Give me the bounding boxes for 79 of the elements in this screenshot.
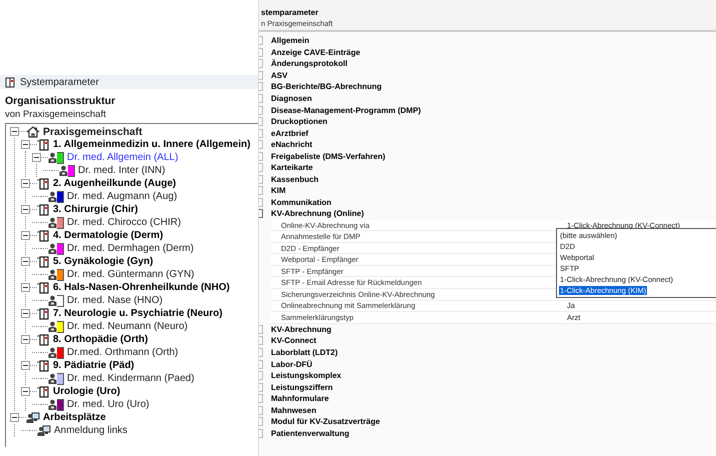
- tree-item[interactable]: Arbeitsplätze: [43, 412, 106, 423]
- tree-item[interactable]: 7. Neurologie u. Psychiatrie (Neuro): [53, 308, 222, 319]
- group-heading[interactable]: Allgemein: [271, 36, 310, 46]
- tree-item[interactable]: Dr.med. Orthmann (Orth): [67, 347, 178, 358]
- group-heading[interactable]: Labor-DFÜ: [271, 360, 312, 369]
- tree-item[interactable]: Dr. med. Inter (INN): [78, 165, 166, 176]
- tree-item[interactable]: Dr. med. Allgemein (ALL): [67, 152, 178, 163]
- group-heading[interactable]: Laborblatt (LDT2): [271, 348, 338, 358]
- group-heading[interactable]: ASV: [271, 70, 288, 80]
- tree-item[interactable]: Dr. med. Chirocco (CHIR): [67, 217, 181, 228]
- person-icon: [48, 152, 57, 163]
- group-heading[interactable]: Disease-Management-Programm (DMP): [271, 106, 421, 115]
- panel-header: Systemparameter: [20, 76, 99, 88]
- tree-item[interactable]: 2. Augenheilkunde (Auge): [53, 178, 176, 189]
- group-heading[interactable]: Mahnwesen: [271, 406, 316, 415]
- house-icon: [26, 126, 40, 138]
- cabinet-icon: [37, 204, 50, 216]
- group-heading[interactable]: Mahnformulare: [271, 394, 329, 404]
- tree-item[interactable]: Dr. med. Güntermann (GYN): [67, 269, 194, 280]
- cabinet-icon: [37, 256, 50, 268]
- cabinet-icon: [37, 138, 50, 150]
- cabinet-icon: [37, 230, 50, 242]
- person-icon: [48, 399, 57, 410]
- group-heading[interactable]: KV-Connect: [271, 336, 316, 346]
- tree-item[interactable]: Dr. med. Kindermann (Paed): [67, 373, 194, 384]
- section-subtitle: von Praxisgemeinschaft: [5, 109, 107, 120]
- group-heading[interactable]: Modul für KV-Zusatzverträge: [271, 417, 380, 426]
- person-icon: [48, 295, 57, 306]
- group-heading[interactable]: KIM: [271, 186, 286, 196]
- cabinet-icon: [37, 386, 50, 398]
- tree-item[interactable]: 5. Gynäkologie (Gyn): [53, 256, 154, 267]
- group-heading[interactable]: Diagnosen: [271, 94, 312, 103]
- panel-title: stemparameter: [261, 8, 320, 17]
- group-heading[interactable]: Freigabeliste (DMS-Verfahren): [271, 152, 386, 161]
- group-heading[interactable]: BG-Berichte/BG-Abrechnung: [271, 82, 382, 92]
- cabinet-icon: [37, 360, 50, 372]
- group-heading[interactable]: Druckoptionen: [271, 117, 328, 126]
- group-heading[interactable]: Änderungsprotokoll: [271, 59, 348, 68]
- person-icon: [48, 191, 57, 202]
- group-heading[interactable]: KV-Abrechnung (Online): [271, 209, 364, 218]
- tree-item[interactable]: Urologie (Uro): [53, 386, 120, 397]
- tree-item[interactable]: Dr. med. Uro (Uro): [67, 399, 150, 410]
- cabinet-icon: [37, 334, 50, 346]
- group-heading[interactable]: Leistungskomplex: [271, 371, 342, 380]
- workstation-icon: [37, 424, 51, 436]
- tree-item[interactable]: 9. Pädiatrie (Päd): [53, 360, 134, 371]
- cabinet-icon: [4, 76, 16, 88]
- section-title: Organisationsstruktur: [5, 95, 116, 107]
- group-heading[interactable]: eNachricht: [271, 140, 312, 150]
- person-icon: [48, 321, 57, 332]
- tree-item[interactable]: 6. Hals-Nasen-Ohrenheilkunde (NHO): [53, 282, 230, 293]
- group-heading[interactable]: Karteikarte: [271, 163, 313, 172]
- cabinet-icon: [37, 308, 50, 320]
- group-heading[interactable]: KV-Abrechnung: [271, 324, 332, 334]
- person-icon: [48, 243, 57, 254]
- cabinet-icon: [37, 282, 50, 294]
- group-heading[interactable]: Kommunikation: [271, 198, 332, 207]
- tree-item[interactable]: Praxisgemeinschaft: [43, 126, 142, 138]
- tree-item[interactable]: Dr. med. Neumann (Neuro): [67, 321, 188, 332]
- group-heading[interactable]: eArztbrief: [271, 128, 308, 138]
- person-icon: [48, 373, 57, 384]
- tree-item[interactable]: Dr. med. Dermhagen (Derm): [67, 243, 194, 254]
- tree-item[interactable]: Anmeldung links: [54, 425, 128, 436]
- cabinet-icon: [37, 178, 50, 190]
- tree-item[interactable]: Dr. med. Nase (HNO): [67, 295, 163, 306]
- workstation-icon: [26, 412, 40, 424]
- person-icon: [48, 217, 57, 228]
- group-heading[interactable]: Leistungsziffern: [271, 382, 333, 392]
- group-heading[interactable]: Patientenverwaltung: [271, 428, 350, 438]
- tree-item[interactable]: Dr. med. Augmann (Aug): [67, 191, 178, 202]
- tree-item[interactable]: 3. Chirurgie (Chir): [53, 204, 138, 215]
- tree-item[interactable]: 8. Orthopädie (Orth): [53, 334, 148, 345]
- person-icon: [48, 347, 57, 358]
- person-icon: [48, 269, 57, 280]
- group-heading[interactable]: Anzeige CAVE-Einträge: [271, 48, 360, 57]
- tree-item[interactable]: 1. Allgemeinmedizin u. Innere (Allgemein): [53, 139, 250, 150]
- person-icon: [59, 165, 68, 176]
- group-heading[interactable]: Kassenbuch: [271, 174, 319, 184]
- tree-item[interactable]: 4. Dermatologie (Derm): [53, 230, 164, 241]
